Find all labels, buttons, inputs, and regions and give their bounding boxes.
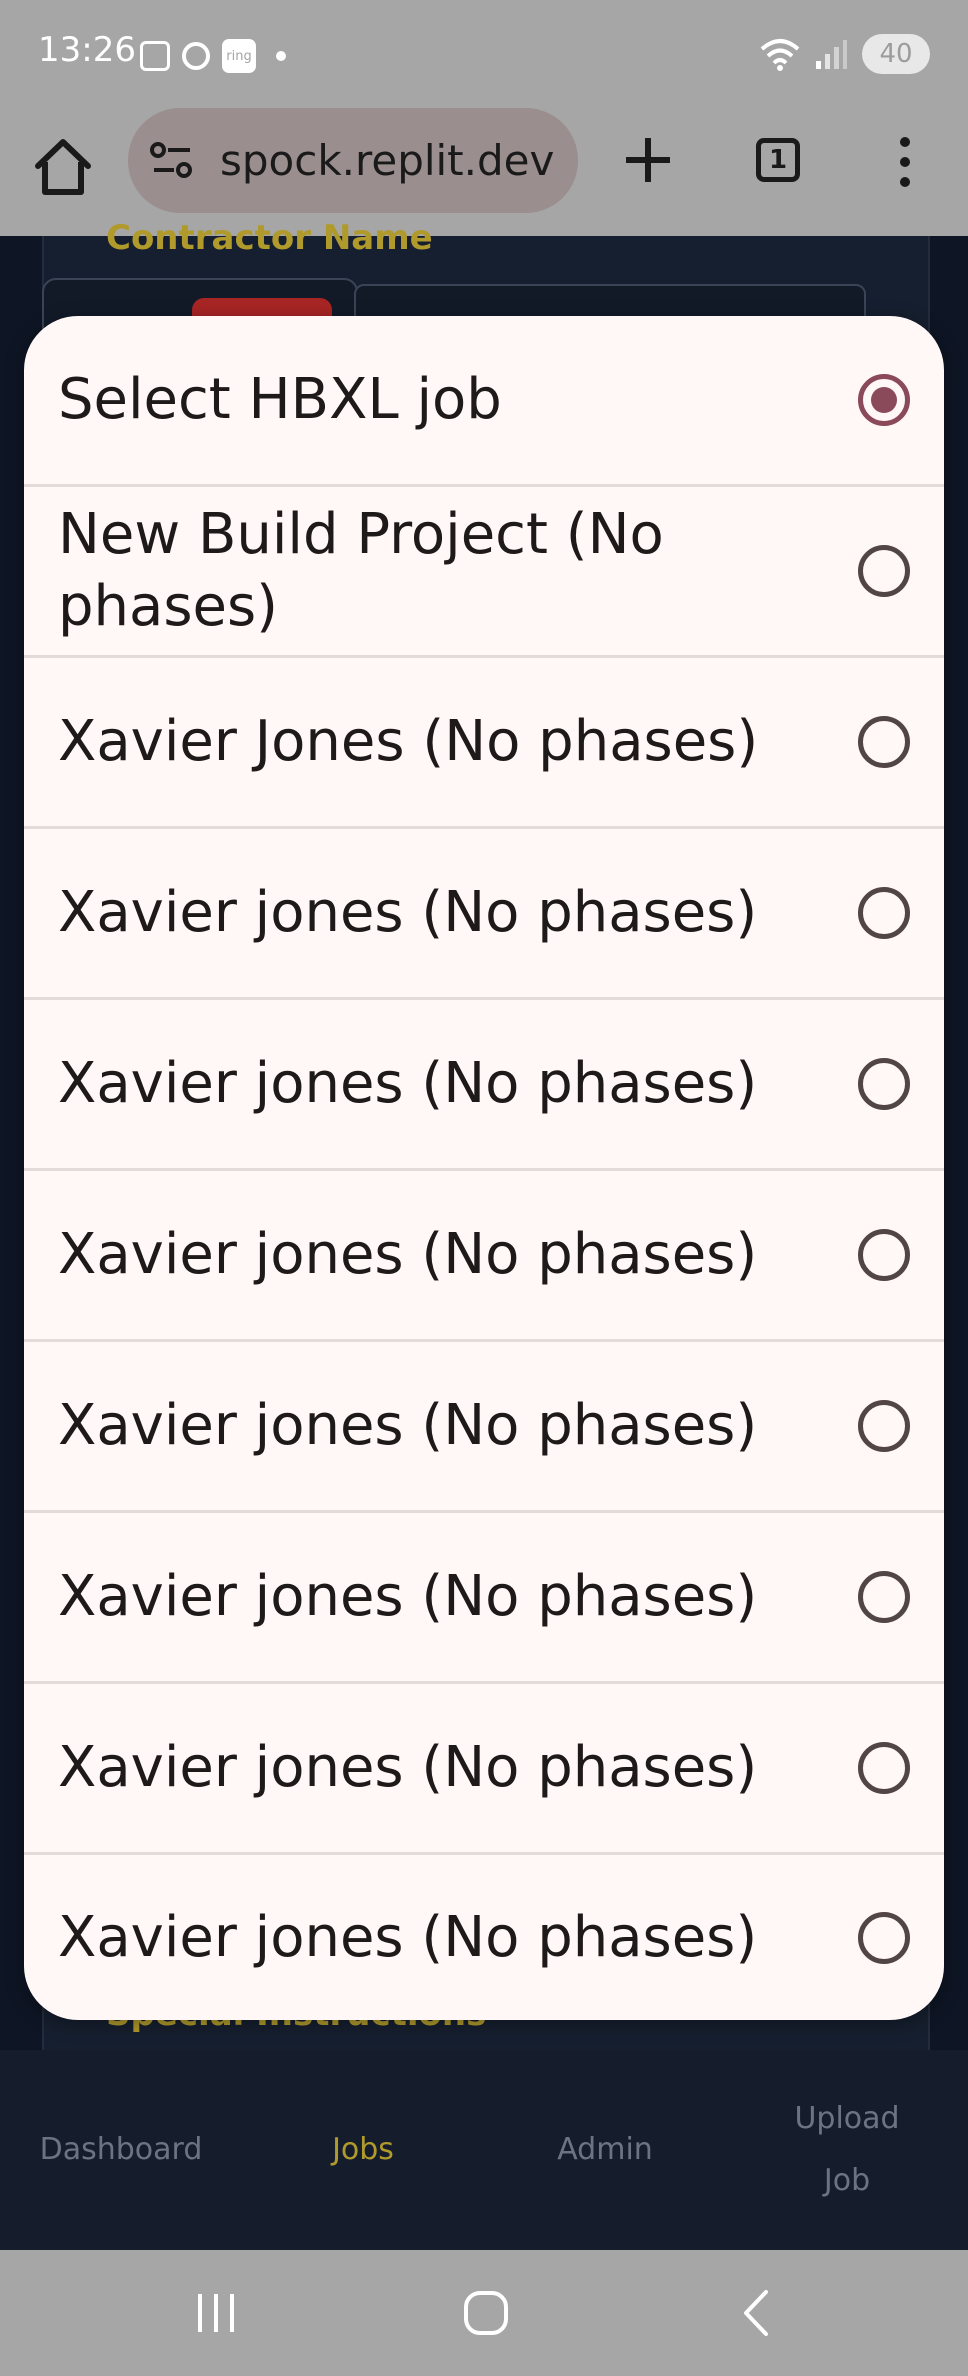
system-navigation-bar xyxy=(0,2250,968,2376)
new-tab-plus-icon[interactable] xyxy=(620,132,676,188)
signal-icon xyxy=(816,40,847,69)
option-xavier-jones[interactable]: Xavier jones (No phases) xyxy=(24,1855,944,2020)
home-icon[interactable] xyxy=(28,132,98,202)
option-select-hbxl-job[interactable]: Select HBXL job xyxy=(24,316,944,487)
nav-upload-job[interactable]: Upload Job xyxy=(726,2050,968,2250)
back-icon[interactable] xyxy=(728,2288,788,2338)
option-label: Xavier jones (No phases) xyxy=(58,1735,758,1800)
option-xavier-jones[interactable]: Xavier Jones (No phases) xyxy=(24,658,944,829)
nav-upload-job-line2: Job xyxy=(823,2163,871,2198)
option-label: Xavier Jones (No phases) xyxy=(58,709,759,774)
bottom-navigation: Dashboard Jobs Admin Upload Job xyxy=(0,2050,968,2250)
ring-app-icon: ring xyxy=(222,39,256,73)
radio-unchecked-icon[interactable] xyxy=(858,1229,910,1281)
option-xavier-jones[interactable]: Xavier jones (No phases) xyxy=(24,829,944,1000)
option-label: Xavier jones (No phases) xyxy=(58,1904,758,1970)
wifi-icon xyxy=(760,39,800,71)
site-settings-icon[interactable] xyxy=(150,140,194,180)
radio-unchecked-icon[interactable] xyxy=(858,1058,910,1110)
option-label: Xavier jones (No phases) xyxy=(58,880,758,945)
option-label: Xavier jones (No phases) xyxy=(58,1393,758,1458)
radio-unchecked-icon[interactable] xyxy=(858,716,910,768)
system-status-icons: 40 xyxy=(760,34,930,74)
hbxl-job-select-popup: Select HBXL job New Build Project (No ph… xyxy=(24,316,944,2020)
status-time: 13:26 xyxy=(38,30,136,70)
notification-icons: ring xyxy=(140,36,286,76)
option-xavier-jones[interactable]: Xavier jones (No phases) xyxy=(24,1513,944,1684)
status-bar: 13:26 ring 40 xyxy=(0,0,968,108)
radio-unchecked-icon[interactable] xyxy=(858,1742,910,1794)
address-bar[interactable]: spock.replit.dev xyxy=(128,108,578,213)
radio-unchecked-icon[interactable] xyxy=(858,1911,910,1964)
radio-unchecked-icon[interactable] xyxy=(858,545,910,597)
browser-toolbar: spock.replit.dev 1 xyxy=(0,108,968,236)
recent-apps-icon[interactable] xyxy=(186,2288,246,2338)
contractor-name-label: Contractor Name xyxy=(106,218,433,258)
nav-admin[interactable]: Admin xyxy=(484,2050,726,2250)
home-nav-icon[interactable] xyxy=(456,2288,516,2338)
battery-indicator: 40 xyxy=(862,34,930,74)
option-new-build-project[interactable]: New Build Project (No phases) xyxy=(24,487,944,658)
screenshot-icon xyxy=(140,41,170,71)
radio-unchecked-icon[interactable] xyxy=(858,1571,910,1623)
radio-unchecked-icon[interactable] xyxy=(858,887,910,939)
circle-icon xyxy=(182,42,210,70)
option-xavier-jones[interactable]: Xavier jones (No phases) xyxy=(24,1342,944,1513)
option-label: Xavier jones (No phases) xyxy=(58,1564,758,1629)
option-label: Xavier jones (No phases) xyxy=(58,1051,758,1116)
more-notifications-dot-icon xyxy=(276,51,286,61)
option-label: Select HBXL job xyxy=(58,367,502,432)
url-text: spock.replit.dev xyxy=(220,136,555,185)
nav-upload-job-line1: Upload xyxy=(794,2101,900,2136)
radio-unchecked-icon[interactable] xyxy=(858,1400,910,1452)
radio-checked-icon[interactable] xyxy=(858,374,910,426)
tab-switcher-button[interactable]: 1 xyxy=(756,138,800,182)
nav-jobs[interactable]: Jobs xyxy=(242,2050,484,2250)
option-xavier-jones[interactable]: Xavier jones (No phases) xyxy=(24,1171,944,1342)
more-menu-icon[interactable] xyxy=(890,132,920,192)
option-xavier-jones[interactable]: Xavier jones (No phases) xyxy=(24,1000,944,1171)
option-xavier-jones[interactable]: Xavier jones (No phases) xyxy=(24,1684,944,1855)
option-label: New Build Project (No phases) xyxy=(58,502,664,639)
option-label: Xavier jones (No phases) xyxy=(58,1222,758,1287)
nav-dashboard[interactable]: Dashboard xyxy=(0,2050,242,2250)
